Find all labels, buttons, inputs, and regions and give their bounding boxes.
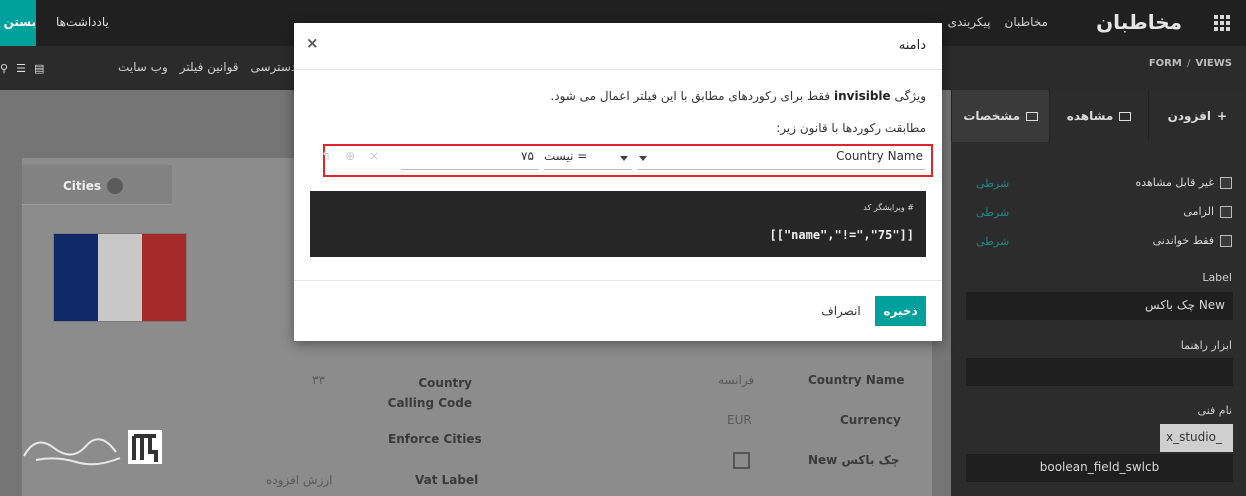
technical-name-prefix: x_studio_ [1160,424,1233,452]
vat-label: Vat Label [415,473,479,487]
currency-label: Currency [840,413,901,427]
search-icon[interactable]: ⚲ [0,62,8,75]
tab-properties[interactable]: مشخصات [951,90,1050,142]
invisible-option[interactable]: غیر قابل مشاهده [1135,176,1232,189]
rule-value-input[interactable]: ۷۵ [401,148,539,170]
vat-value[interactable]: ارزش افزوده [266,473,333,487]
close-studio-button[interactable]: بستن [0,0,36,46]
dialog-header: دامنه × [294,23,942,70]
main-menu: مخاطبان پیکربندی [948,15,1048,29]
app-title: مخاطبان [1096,10,1182,34]
apps-grid-icon[interactable] [1214,15,1230,31]
readonly-checkbox[interactable] [1220,234,1232,247]
rule-operator-select[interactable]: = نیست [544,148,632,170]
dialog-title: دامنه [898,38,926,53]
code-editor[interactable]: # ویرایشگر کد [["name","!=","75"]] [310,191,926,257]
invisible-conditional[interactable]: شرطی [976,177,1009,190]
save-button[interactable]: ذخیره [875,296,926,326]
currency-value[interactable]: EUR [727,413,752,427]
country-flag-image [53,233,187,322]
rule-intro: مطابقت رکوردها با قانون زیر: [776,121,926,135]
rule-field-select[interactable]: Country Name [637,148,925,170]
dialog-description: ویژگی invisible فقط برای رکوردهای مطابق … [550,89,926,103]
close-icon[interactable]: × [306,34,319,52]
breadcrumb: FORM / VIEWS [1148,58,1232,69]
technical-name-title: نام فنی [1197,404,1232,417]
calling-code-label: Country Calling Code [387,376,472,410]
tab-website[interactable]: وب سایت [118,60,168,74]
monitor-icon [1119,111,1132,121]
tab-filter-rules[interactable]: قوانین فیلتر [180,60,239,74]
technical-name-input[interactable]: boolean_field_swlcb [966,454,1233,482]
country-name-value[interactable]: فرانسه [718,373,754,387]
tooltip-input[interactable] [966,358,1233,386]
readonly-option[interactable]: فقط خواندنی [1153,234,1232,247]
tab-access[interactable]: دسترسی [251,60,297,74]
rule-actions: ↰ ⊕ × [321,149,379,163]
add-rule-icon[interactable]: ⊕ [345,149,355,163]
properties-icon [1026,111,1039,121]
label-input[interactable]: New چک باکس [966,292,1233,320]
menu-contacts[interactable]: مخاطبان [1005,15,1048,29]
new-checkbox[interactable] [733,452,750,469]
enforce-cities-label: Enforce Cities [388,432,482,446]
tooltip-title: ابزار راهنما [1180,339,1232,352]
chevron-down-icon [620,156,628,161]
domain-dialog: دامنه × ویژگی invisible فقط برای رکوردها… [294,23,942,341]
card-view-icon[interactable]: ▤ [34,62,44,75]
new-checkbox-label: New چک باکس [808,453,900,467]
calling-code-value[interactable]: ۳۳ [312,373,325,387]
tab-add[interactable]: + افزودن [1147,90,1246,142]
required-option[interactable]: الزامی [1183,205,1232,218]
label-title: Label [1202,271,1232,284]
country-name-label: Country Name [808,373,905,387]
add-branch-icon[interactable]: ↰ [321,149,331,163]
cancel-button[interactable]: انصراف [816,296,866,326]
delete-rule-icon[interactable]: × [369,149,379,163]
chevron-down-icon [639,156,647,161]
tab-view[interactable]: مشاهده [1049,90,1147,142]
breadcrumb-views[interactable]: VIEWS [1195,58,1232,69]
menu-configuration[interactable]: پیکربندی [948,15,991,29]
list-view-icon[interactable]: ☰ [16,62,26,75]
plus-icon: + [1216,109,1228,123]
dialog-footer-divider [294,280,942,281]
view-switcher: ⚲ ☰ ▤ [0,62,44,75]
readonly-conditional[interactable]: شرطی [976,235,1009,248]
cities-button[interactable]: Cities [63,178,124,194]
required-conditional[interactable]: شرطی [976,206,1009,219]
domain-code[interactable]: [["name","!=","75"]] [770,228,915,242]
breadcrumb-form[interactable]: FORM [1149,58,1182,69]
notes-link[interactable]: یادداشت‌ها [56,15,109,29]
sidebar-tabs: + افزودن مشاهده مشخصات [951,90,1246,142]
brand-watermark-logo [23,430,162,466]
code-editor-label: # ویرایشگر کد [863,203,914,212]
required-checkbox[interactable] [1220,205,1232,218]
studio-tabs: دسترسی قوانین فیلتر وب سایت [118,60,296,74]
globe-icon [107,178,124,194]
invisible-checkbox[interactable] [1220,176,1232,189]
